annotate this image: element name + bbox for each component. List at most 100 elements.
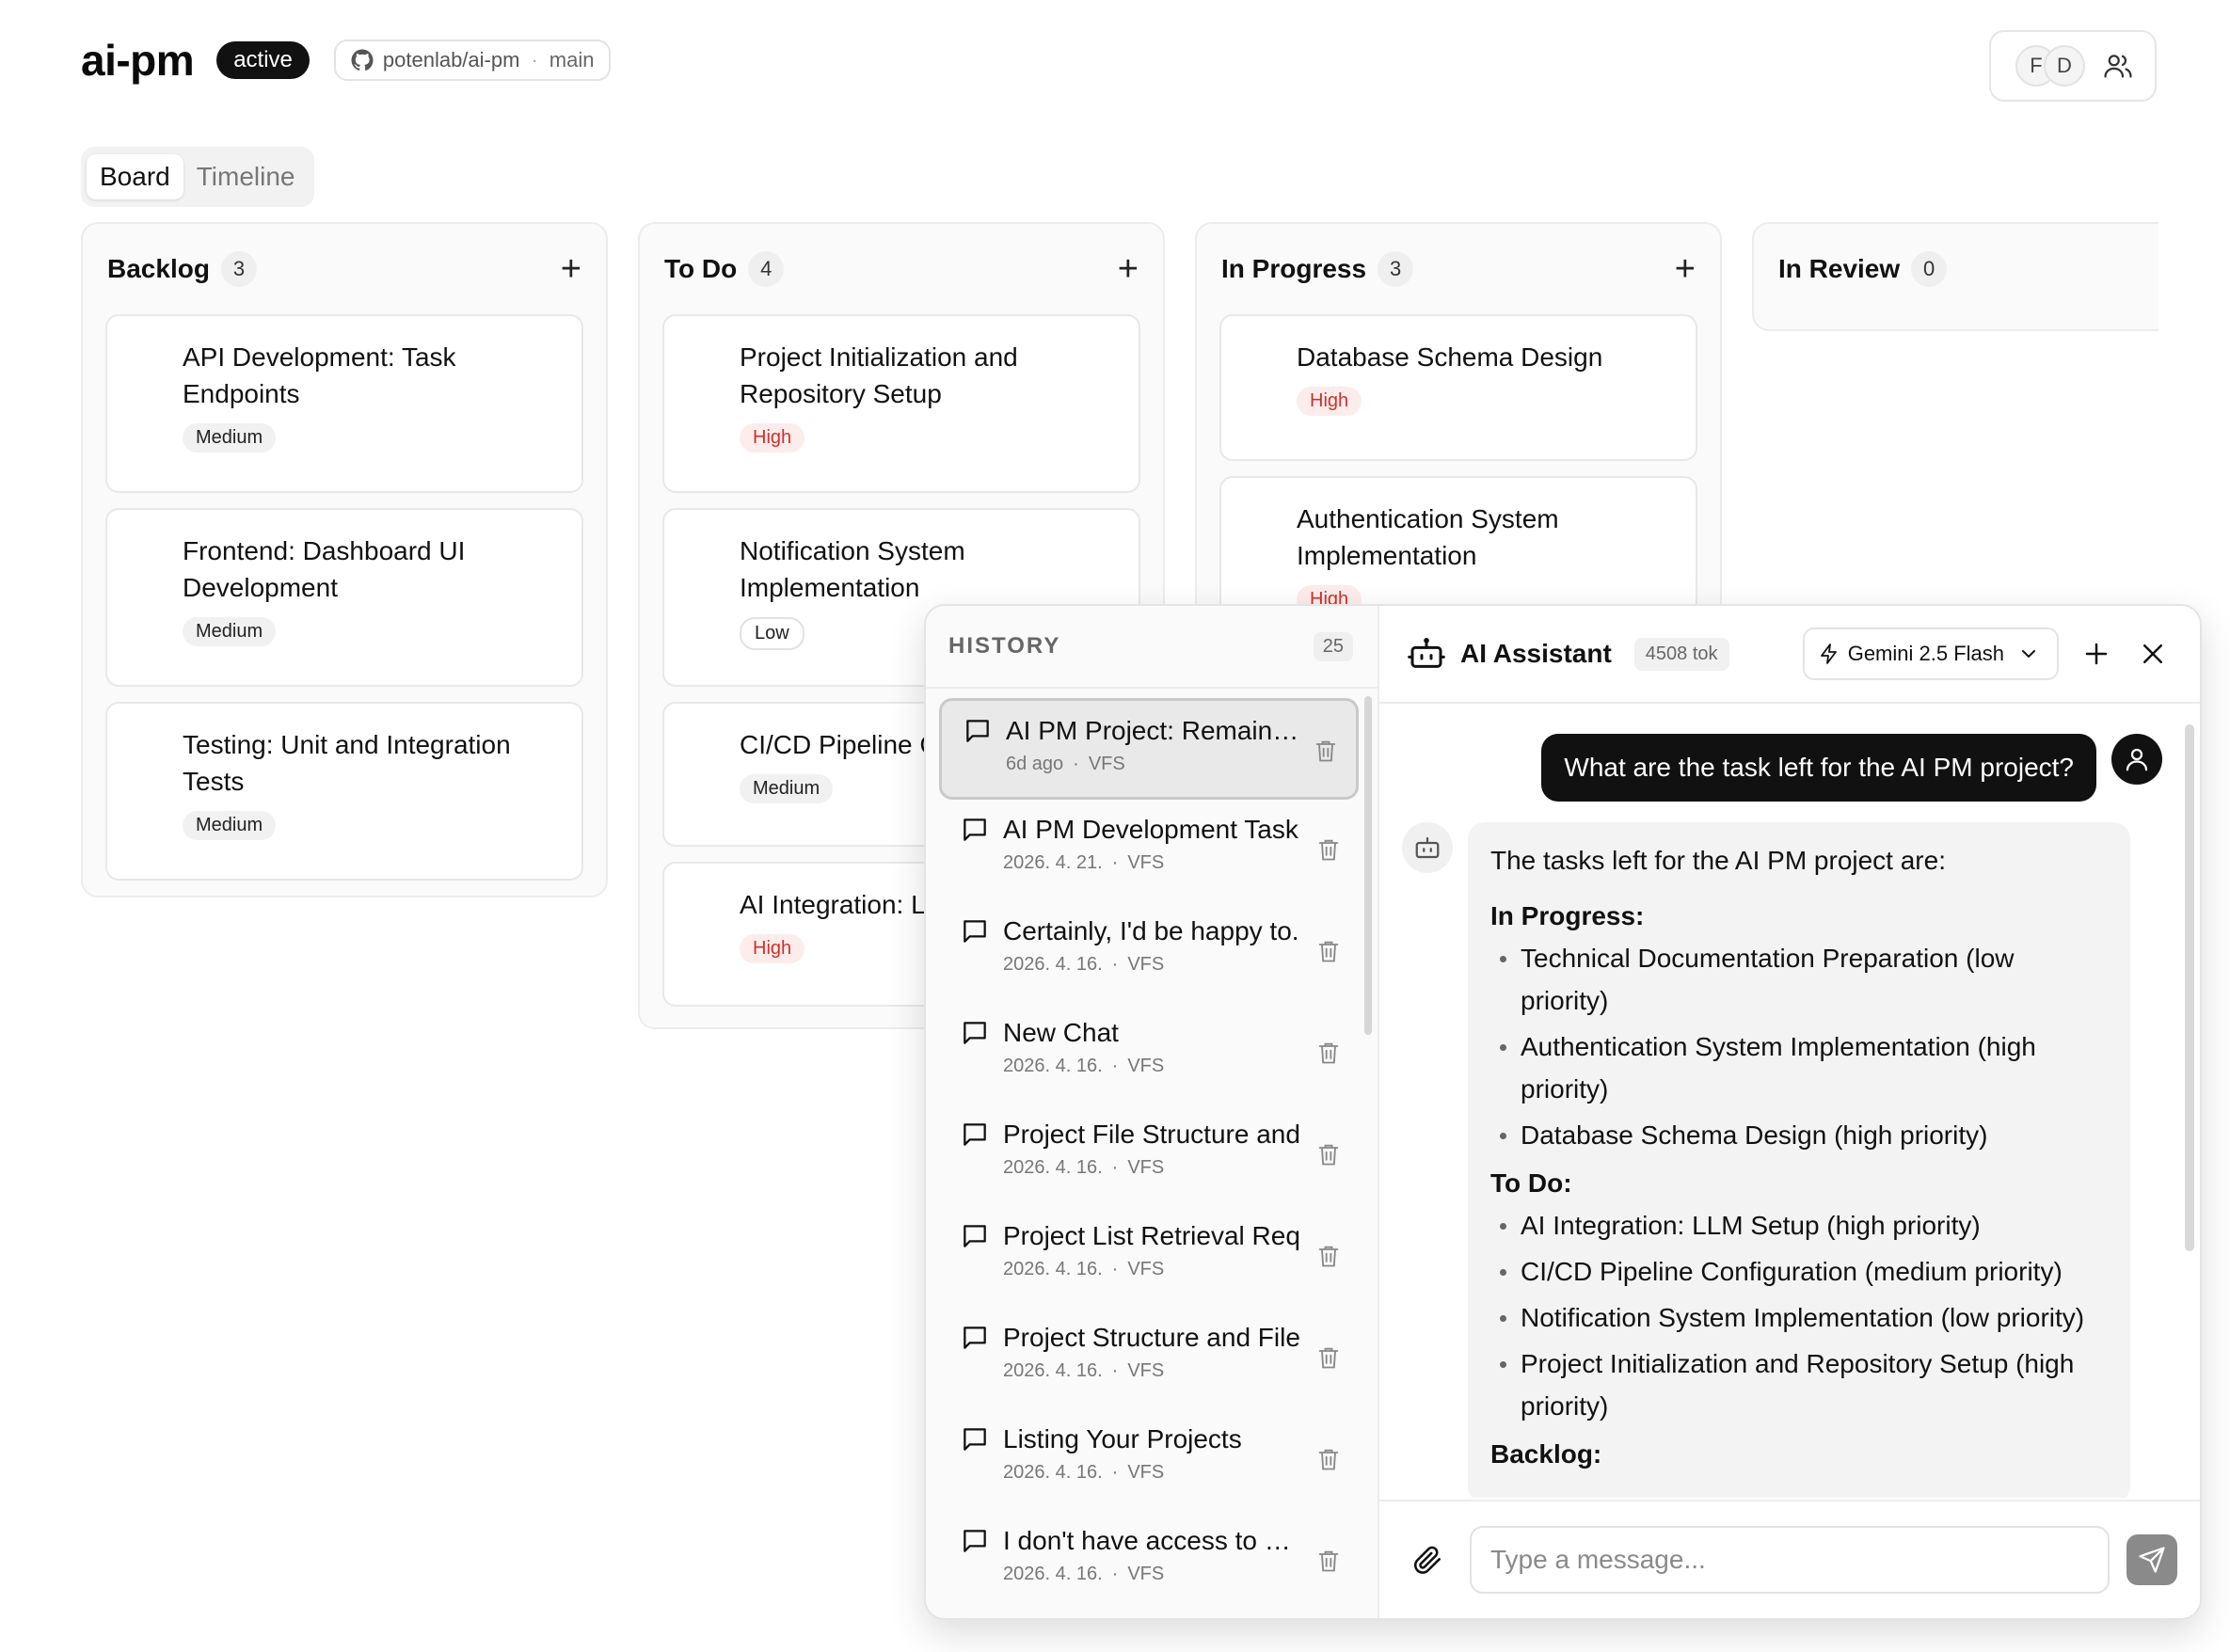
history-item-title: AI PM Development Task	[1003, 815, 1298, 844]
task-title: Authentication System Implementation	[1297, 504, 1559, 570]
task-card[interactable]: Project Initialization and Repository Se…	[662, 314, 1140, 493]
history-item-meta: 2026. 4. 16. · VFS	[1003, 1564, 1302, 1585]
history-item[interactable]: Project File Structure and 2026. 4. 16. · V…	[939, 1104, 1359, 1206]
history-item-meta: 2026. 4. 16. · VFS	[1003, 954, 1302, 976]
history-item-title: I don't have access to you	[1003, 1526, 1302, 1555]
separator-dot: ·	[1111, 954, 1119, 975]
reply-section-heading: To Do:	[1490, 1168, 1572, 1198]
assistant-pane: AI Assistant 4508 tok Gemini 2.5 Flash W…	[1379, 606, 2200, 1618]
assistant-title: AI Assistant	[1460, 639, 1612, 668]
github-icon	[351, 49, 374, 71]
send-icon	[2139, 1547, 2165, 1573]
chat-bubble-icon	[964, 1530, 986, 1552]
trash-icon[interactable]	[1315, 1242, 1342, 1270]
history-item-tag: VFS	[1088, 754, 1125, 774]
history-item-tag: VFS	[1127, 954, 1165, 975]
message-input[interactable]	[1470, 1526, 2110, 1594]
separator-dot: ·	[1111, 1360, 1119, 1381]
history-item-tag: VFS	[1127, 1462, 1165, 1483]
model-selector[interactable]: Gemini 2.5 Flash	[1802, 627, 2059, 680]
send-button[interactable]	[2126, 1534, 2177, 1585]
assistant-message: The tasks left for the AI PM project are…	[1402, 822, 2162, 1498]
chat-bubble-icon	[964, 1225, 986, 1247]
status-badge: active	[216, 41, 310, 79]
history-item-tag: VFS	[1127, 1564, 1165, 1584]
column-title: In Review	[1778, 254, 1901, 283]
history-item-date: 2026. 4. 16.	[1003, 1462, 1103, 1483]
user-message: What are the task left for the AI PM pro…	[1402, 734, 2162, 802]
history-item-date: 2026. 4. 16.	[1003, 954, 1103, 975]
task-card[interactable]: Testing: Unit and Integration Tests Medi…	[105, 702, 583, 881]
users-icon	[2104, 55, 2132, 78]
members-button[interactable]: F D	[1989, 30, 2157, 102]
history-item[interactable]: Certainly, I'd be happy to. 2026. 4. 16. ·…	[939, 901, 1359, 1003]
close-button[interactable]	[2134, 635, 2172, 673]
model-name: Gemini 2.5 Flash	[1847, 642, 2004, 665]
trash-icon[interactable]	[1315, 1547, 1342, 1575]
trash-icon[interactable]	[1315, 937, 1342, 965]
reply-list-item: AI Integration: LLM Setup (high priority…	[1498, 1204, 2108, 1247]
task-title: Frontend: Dashboard UI Development	[183, 536, 466, 602]
task-card[interactable]: API Development: Task Endpoints Medium	[105, 314, 583, 493]
column-in-review: In Review 0	[1752, 222, 2158, 331]
reply-list-item: Technical Documentation Preparation (low…	[1498, 937, 2108, 1022]
messages-scrollbar[interactable]	[2185, 724, 2194, 1251]
history-item-meta: 6d ago · VFS	[1006, 754, 1299, 775]
history-item-tag: VFS	[1127, 852, 1165, 873]
reply-list: AI Integration: LLM Setup (high priority…	[1490, 1204, 2108, 1427]
reply-section-heading: In Progress:	[1490, 901, 1645, 930]
history-scrollbar[interactable]	[1364, 696, 1372, 1035]
column-count: 3	[220, 251, 257, 287]
trash-icon[interactable]	[1315, 1140, 1342, 1168]
trash-icon[interactable]	[1315, 1343, 1342, 1372]
task-title: Testing: Unit and Integration Tests	[183, 730, 511, 796]
chevron-down-icon	[2022, 650, 2035, 659]
history-item-tag: VFS	[1127, 1360, 1165, 1381]
chat-bubble-icon	[966, 720, 989, 742]
new-chat-button[interactable]	[2078, 635, 2115, 673]
history-item-date: 2026. 4. 21.	[1003, 852, 1103, 873]
reply-intro: The tasks left for the AI PM project are…	[1490, 846, 1946, 875]
separator-dot: ·	[1111, 1157, 1119, 1178]
chat-bubble-icon	[964, 1428, 986, 1451]
history-item-meta: 2026. 4. 16. · VFS	[1003, 1259, 1302, 1280]
history-item-meta: 2026. 4. 16. · VFS	[1003, 1462, 1302, 1484]
history-item[interactable]: New Chat 2026. 4. 16. · VFS	[939, 1003, 1359, 1104]
history-item-meta: 2026. 4. 21. · VFS	[1003, 852, 1302, 874]
trash-icon[interactable]	[1315, 1039, 1342, 1067]
column-title: In Progress	[1221, 254, 1367, 283]
close-icon	[2143, 644, 2162, 663]
history-item[interactable]: AI PM Development Task 2026. 4. 21. · VFS	[939, 800, 1359, 901]
history-item[interactable]: Project List Retrieval Req 2026. 4. 16. · V…	[939, 1206, 1359, 1308]
reply-list-item: Project Initialization and Repository Se…	[1498, 1342, 2108, 1427]
history-item-meta: 2026. 4. 16. · VFS	[1003, 1360, 1302, 1382]
task-card[interactable]: Database Schema Design High	[1219, 314, 1697, 461]
add-task-button[interactable]: +	[561, 249, 581, 290]
add-task-button[interactable]: +	[1118, 249, 1139, 290]
history-item-date: 2026. 4. 16.	[1003, 1360, 1103, 1381]
history-item[interactable]: AI PM Project: Remaining 6d ago · VFS	[939, 698, 1359, 800]
reply-list-item: Authentication System Implementation (hi…	[1498, 1025, 2108, 1110]
column-title: To Do	[664, 254, 738, 283]
add-task-button[interactable]: +	[1675, 249, 1696, 290]
priority-badge: Medium	[183, 811, 277, 840]
plus-icon	[2085, 643, 2108, 665]
history-item[interactable]: Project Structure and File 2026. 4. 16. · V…	[939, 1308, 1359, 1409]
trash-icon[interactable]	[1315, 835, 1342, 864]
trash-icon[interactable]	[1315, 1445, 1342, 1473]
history-item-tag: VFS	[1127, 1259, 1165, 1279]
history-item-date: 2026. 4. 16.	[1003, 1157, 1103, 1178]
tab-board[interactable]: Board	[87, 154, 183, 199]
separator-dot: ·	[531, 48, 538, 71]
repo-link[interactable]: potenlab/ai-pm · main	[333, 40, 612, 81]
trash-icon[interactable]	[1313, 737, 1339, 765]
avatar: D	[2044, 45, 2085, 87]
view-tabs: Board Timeline	[81, 147, 314, 207]
history-item-title: Listing Your Projects	[1003, 1424, 1242, 1453]
tab-timeline[interactable]: Timeline	[183, 154, 309, 199]
history-item[interactable]: Listing Your Projects 2026. 4. 16. · VFS	[939, 1409, 1359, 1511]
task-card[interactable]: Frontend: Dashboard UI Development Mediu…	[105, 508, 583, 687]
history-item[interactable]: I don't have access to you 2026. 4. 16. · V…	[939, 1511, 1359, 1612]
task-title: Database Schema Design	[1297, 342, 1603, 372]
paperclip-icon[interactable]	[1411, 1544, 1443, 1576]
